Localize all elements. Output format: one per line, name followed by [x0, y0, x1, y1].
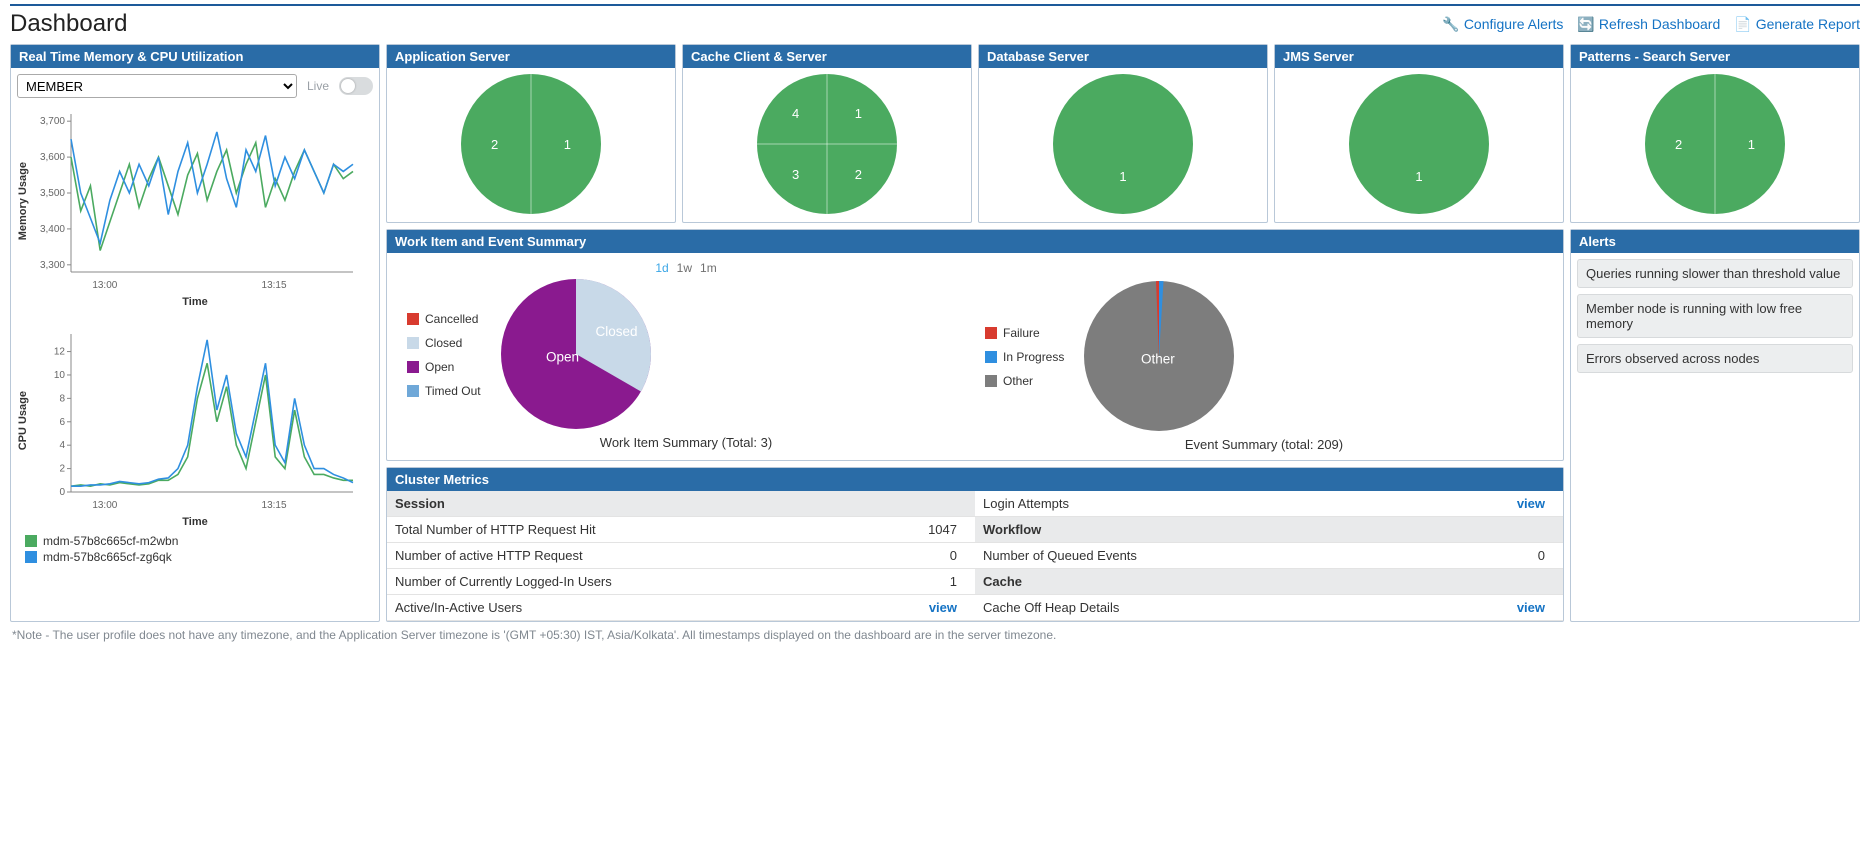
svg-text:Closed: Closed — [595, 324, 637, 339]
wi-caption: Work Item Summary (Total: 3) — [407, 435, 965, 450]
alerts-panel: Alerts Queries running slower than thres… — [1570, 229, 1860, 622]
queued-label: Number of Queued Events — [975, 543, 1421, 569]
top-actions: 🔧Configure Alerts 🔄Refresh Dashboard 📄Ge… — [1442, 16, 1860, 33]
svg-text:12: 12 — [54, 347, 66, 358]
login-attempts-label: Login Attempts — [975, 491, 1421, 517]
alert-item-1[interactable]: Member node is running with low free mem… — [1577, 294, 1853, 338]
alert-item-2[interactable]: Errors observed across nodes — [1577, 344, 1853, 373]
configure-alerts-link[interactable]: 🔧Configure Alerts — [1442, 16, 1563, 33]
ev-caption: Event Summary (total: 209) — [985, 437, 1543, 452]
svg-text:4: 4 — [59, 440, 65, 451]
realtime-header: Real Time Memory & CPU Utilization — [11, 45, 379, 68]
svg-text:3,600: 3,600 — [40, 152, 65, 163]
time-range: 1d 1w 1m — [407, 261, 965, 275]
legend-1: mdm-57b8c665cf-m2wbn — [43, 534, 178, 548]
server-db: Database Server 1 — [978, 44, 1268, 223]
cpu-chart: 0 2 4 6 8 10 12 13:00 13:15 — [29, 326, 359, 516]
server-cache: Cache Client & Server 4 1 3 2 — [682, 44, 972, 223]
svg-text:3,300: 3,300 — [40, 260, 65, 271]
svg-text:8: 8 — [59, 393, 65, 404]
cpu-x-label: Time — [17, 516, 373, 528]
active-users-label: Active/In-Active Users — [387, 595, 863, 621]
alert-item-0[interactable]: Queries running slower than threshold va… — [1577, 259, 1853, 288]
cpu-y-label: CPU Usage — [17, 391, 29, 450]
workflow-header: Workflow — [975, 517, 1563, 543]
active-users-view[interactable]: view — [929, 600, 957, 615]
offheap-view[interactable]: view — [1517, 600, 1545, 615]
work-item-panel: Work Item and Event Summary 1d 1w 1m Can… — [386, 229, 1564, 461]
report-icon: 📄 — [1734, 16, 1751, 33]
range-1d[interactable]: 1d — [655, 261, 668, 275]
server-pattern-circle[interactable]: 2 1 — [1645, 74, 1785, 214]
svg-text:13:15: 13:15 — [262, 280, 287, 291]
svg-text:10: 10 — [54, 370, 66, 381]
server-pattern: Patterns - Search Server 2 1 — [1570, 44, 1860, 223]
legend-2: mdm-57b8c665cf-zg6qk — [43, 550, 172, 564]
svg-text:3,400: 3,400 — [40, 224, 65, 235]
cluster-metrics-panel: Cluster Metrics Session Total Number of … — [386, 467, 1564, 622]
event-pie: Other — [1084, 281, 1234, 431]
cache-header: Cache — [975, 569, 1563, 595]
live-label: Live — [307, 79, 329, 93]
logged-label: Number of Currently Logged-In Users — [387, 569, 863, 595]
svg-text:0: 0 — [59, 487, 65, 498]
memory-y-label: Memory Usage — [17, 162, 29, 240]
wrench-icon: 🔧 — [1442, 16, 1459, 33]
timezone-note: *Note - The user profile does not have a… — [10, 622, 1860, 648]
server-db-circle[interactable]: 1 — [1053, 74, 1193, 214]
svg-text:13:00: 13:00 — [92, 500, 117, 511]
range-1m[interactable]: 1m — [700, 261, 717, 275]
refresh-dashboard-link[interactable]: 🔄Refresh Dashboard — [1577, 16, 1720, 33]
realtime-panel: Real Time Memory & CPU Utilization MEMBE… — [10, 44, 380, 622]
server-jms: JMS Server 1 — [1274, 44, 1564, 223]
http-active-label: Number of active HTTP Request — [387, 543, 863, 569]
server-jms-circle[interactable]: 1 — [1349, 74, 1489, 214]
server-app: Application Server 2 1 — [386, 44, 676, 223]
range-1w[interactable]: 1w — [677, 261, 692, 275]
refresh-icon: 🔄 — [1577, 16, 1594, 33]
offheap-label: Cache Off Heap Details — [975, 595, 1421, 621]
page-title: Dashboard — [10, 10, 127, 38]
svg-text:13:15: 13:15 — [262, 500, 287, 511]
work-item-pie: Open Closed — [501, 279, 651, 429]
svg-text:Other: Other — [1141, 352, 1175, 367]
logged-value: 1 — [863, 569, 975, 595]
svg-text:6: 6 — [59, 417, 65, 428]
svg-text:Open: Open — [546, 350, 579, 365]
session-header: Session — [387, 491, 975, 517]
memory-x-label: Time — [17, 296, 373, 308]
member-select[interactable]: MEMBER — [17, 74, 297, 98]
generate-report-link[interactable]: 📄Generate Report — [1734, 16, 1860, 33]
server-cache-circle[interactable]: 4 1 3 2 — [757, 74, 897, 214]
svg-text:13:00: 13:00 — [92, 280, 117, 291]
memory-chart: 3,300 3,400 3,500 3,600 3,700 13:00 13:15 — [29, 106, 359, 296]
http-total-value: 1047 — [863, 517, 975, 543]
live-toggle[interactable] — [339, 77, 373, 95]
legend-swatch-2 — [25, 551, 37, 563]
queued-value: 0 — [1421, 543, 1563, 569]
svg-text:3,500: 3,500 — [40, 188, 65, 199]
svg-text:3,700: 3,700 — [40, 116, 65, 127]
http-total-label: Total Number of HTTP Request Hit — [387, 517, 863, 543]
server-app-circle[interactable]: 2 1 — [461, 74, 601, 214]
http-active-value: 0 — [863, 543, 975, 569]
svg-text:2: 2 — [59, 464, 65, 475]
legend-swatch-1 — [25, 535, 37, 547]
login-attempts-view[interactable]: view — [1517, 496, 1545, 511]
